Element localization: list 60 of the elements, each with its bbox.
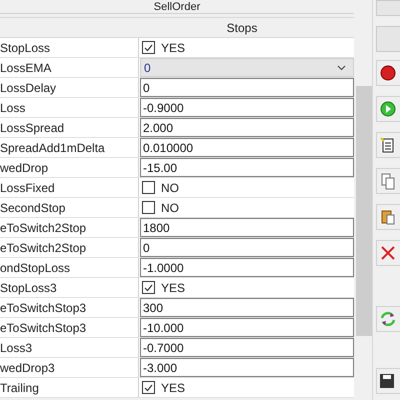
property-name: StopLoss3 [0, 280, 57, 296]
property-name: eToSwitch2Stop [0, 220, 86, 236]
checkbox[interactable] [142, 181, 155, 194]
toolbar-button[interactable] [376, 204, 400, 230]
property-name: eToSwitch2Stop [0, 240, 86, 256]
toolbar-button[interactable] [376, 96, 400, 122]
close-icon [379, 244, 397, 262]
sell-order-header: SellOrder [0, 0, 354, 14]
property-name: LossDelay [0, 80, 56, 96]
toolbar-button[interactable] [376, 368, 400, 394]
input-field[interactable]: 0 [140, 238, 354, 257]
section-header: Stops [0, 17, 354, 38]
input-field[interactable]: -3.000 [140, 358, 354, 377]
property-name: LossFixed [0, 180, 55, 196]
input-field[interactable]: 2.000 [140, 118, 354, 137]
toolbar-button[interactable] [376, 132, 400, 158]
property-name: LossSpread [0, 120, 64, 136]
input-field[interactable]: 0 [140, 78, 354, 97]
copy-icon [379, 172, 397, 190]
scrollbar-thumb[interactable] [356, 86, 372, 336]
property-name: SpreadAdd1mDelta [0, 140, 105, 156]
property-name: StopLoss [0, 40, 50, 56]
checkbox-label: NO [161, 200, 179, 216]
property-name: eToSwitchStop3 [0, 300, 86, 316]
input-field[interactable]: -15.00 [140, 158, 354, 177]
save-icon [379, 373, 395, 389]
checkbox[interactable] [142, 201, 155, 214]
checkbox-label: YES [161, 380, 186, 396]
input-field[interactable]: -0.7000 [140, 338, 354, 357]
property-name: Trailing [0, 380, 39, 396]
checkbox[interactable] [142, 41, 155, 54]
checkbox[interactable] [142, 281, 155, 294]
checkbox-label: YES [161, 40, 186, 56]
stop-icon [379, 64, 397, 82]
input-field[interactable]: 0.010000 [140, 138, 354, 157]
paste-icon [379, 208, 397, 226]
toolbar-button[interactable] [376, 60, 400, 86]
property-name: Loss3 [0, 340, 32, 356]
input-field[interactable]: -1.0000 [140, 258, 354, 277]
check-icon [144, 284, 153, 292]
checkbox-label: NO [161, 180, 179, 196]
property-name: ondStopLoss [0, 260, 70, 276]
property-name: wedDrop [0, 160, 48, 176]
property-name: SecondStop [0, 200, 66, 216]
property-name: Loss [0, 100, 26, 116]
check-icon [144, 384, 153, 392]
check-icon [144, 44, 153, 52]
chevron-down-icon [337, 64, 346, 70]
checkbox-label: YES [161, 280, 186, 296]
property-name: LossEMA [0, 60, 52, 76]
dropdown[interactable]: 0 [140, 58, 354, 77]
input-field[interactable]: -10.000 [140, 318, 354, 337]
refresh-icon [379, 310, 397, 328]
property-name: wedDrop3 [0, 360, 55, 376]
input-field[interactable]: -0.9000 [140, 98, 354, 117]
play-icon [379, 100, 397, 118]
checkbox[interactable] [142, 381, 155, 394]
property-name: eToSwitchStop3 [0, 320, 86, 336]
input-field[interactable]: 1800 [140, 218, 354, 237]
input-field[interactable]: 300 [140, 298, 354, 317]
